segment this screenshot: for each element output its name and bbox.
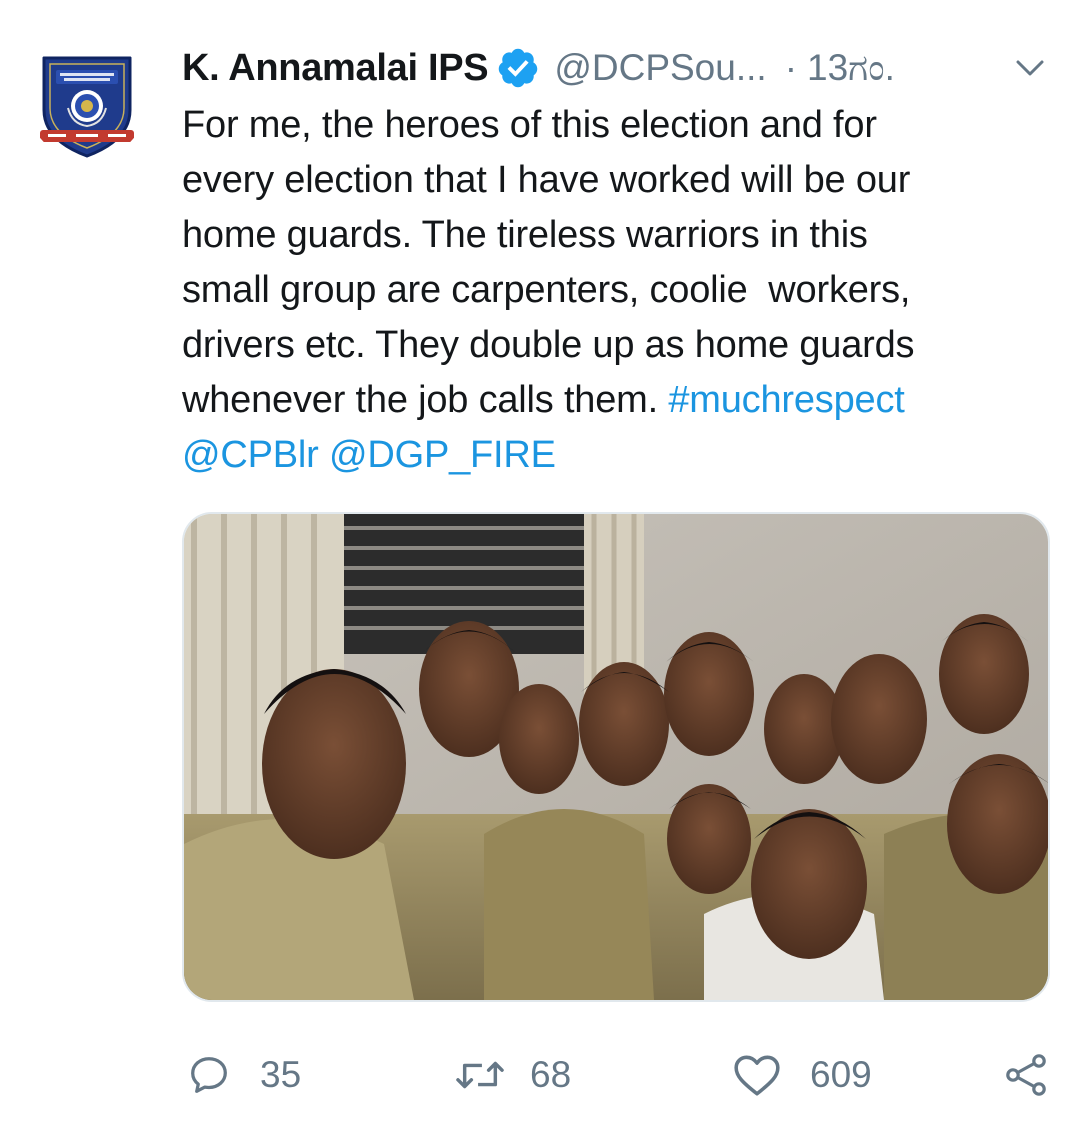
avatar[interactable] xyxy=(26,38,148,160)
mention-separator xyxy=(319,434,329,476)
retweet-button[interactable]: 68 xyxy=(452,1040,571,1110)
like-button[interactable]: 609 xyxy=(732,1040,872,1110)
share-button[interactable] xyxy=(1002,1040,1050,1110)
author-name[interactable]: K. Annamalai IPS xyxy=(182,47,489,90)
reply-button[interactable]: 35 xyxy=(186,1040,301,1110)
tweet-text-segment: whenever the job calls them. xyxy=(182,379,669,421)
tweet-text-line-last: whenever the job calls them. #muchrespec… xyxy=(182,373,1042,428)
chevron-down-icon[interactable] xyxy=(1012,50,1048,86)
reply-count: 35 xyxy=(260,1054,302,1095)
group-photo-image xyxy=(184,514,1048,1000)
like-count: 609 xyxy=(810,1054,872,1095)
mentions-line: @CPBlr @DGP_FIRE xyxy=(182,428,1042,483)
retweet-count: 68 xyxy=(530,1054,572,1095)
mention-link-cpblr[interactable]: @CPBlr xyxy=(182,434,319,476)
separator-dot: · xyxy=(784,47,798,88)
tweet-header: K. Annamalai IPS @DCPSou... · 13ಗಂ. xyxy=(182,38,1042,98)
verified-badge-icon xyxy=(496,46,540,90)
heart-icon xyxy=(734,1055,780,1096)
tweet-text-line: For me, the heroes of this election and … xyxy=(182,104,877,146)
author-handle[interactable]: @DCPSou... xyxy=(554,47,766,89)
tweet-text-line: every election that I have worked will b… xyxy=(182,159,911,201)
share-icon xyxy=(1006,1054,1046,1096)
police-badge-icon xyxy=(40,56,134,158)
tweet-text-line: drivers etc. They double up as home guar… xyxy=(182,324,915,366)
reply-icon xyxy=(191,1057,227,1093)
tweet-text-line: home guards. The tireless warriors in th… xyxy=(182,214,868,256)
tweet-photo[interactable] xyxy=(182,512,1050,1002)
hashtag-link[interactable]: #muchrespect xyxy=(668,379,904,421)
tweet-text-line: small group are carpenters, coolie worke… xyxy=(182,269,911,311)
mention-link-dgp-fire[interactable]: @DGP_FIRE xyxy=(329,434,556,476)
tweet-text: For me, the heroes of this election and … xyxy=(182,98,1042,483)
retweet-icon xyxy=(456,1061,504,1089)
action-bar: 35 68 609 xyxy=(0,1040,1080,1110)
timestamp[interactable]: 13ಗಂ. xyxy=(807,47,895,90)
